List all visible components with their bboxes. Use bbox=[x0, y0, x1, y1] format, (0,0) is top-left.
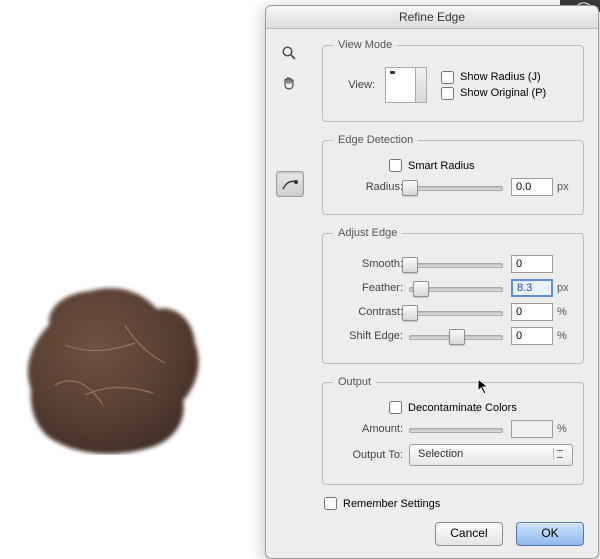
radius-field[interactable] bbox=[511, 178, 553, 196]
adjust-edge-group: Adjust Edge Smooth: Feather: bbox=[322, 227, 584, 364]
remember-settings-input[interactable] bbox=[324, 497, 337, 510]
view-mode-picker[interactable] bbox=[385, 67, 427, 103]
amount-slider bbox=[409, 422, 503, 436]
dialog-title[interactable]: Refine Edge bbox=[266, 6, 598, 29]
radius-slider[interactable] bbox=[409, 180, 503, 194]
feather-unit: px bbox=[557, 282, 573, 294]
contrast-field[interactable] bbox=[511, 303, 553, 321]
amount-unit: % bbox=[557, 423, 573, 435]
contrast-label: Contrast: bbox=[333, 306, 409, 318]
show-radius-checkbox[interactable]: Show Radius (J) bbox=[441, 71, 546, 84]
smooth-slider[interactable] bbox=[409, 257, 503, 271]
view-mode-group: View Mode View: Show Radius (J) Show Ori bbox=[322, 39, 584, 122]
amount-field bbox=[511, 420, 553, 438]
refine-edge-dialog: Refine Edge View Mode bbox=[265, 5, 599, 559]
smart-radius-label: Smart Radius bbox=[408, 160, 475, 172]
cancel-button[interactable]: Cancel bbox=[435, 522, 503, 546]
contrast-slider[interactable] bbox=[409, 305, 503, 319]
show-original-label: Show Original (P) bbox=[460, 87, 546, 99]
decontaminate-input[interactable] bbox=[389, 401, 402, 414]
output-legend: Output bbox=[333, 376, 376, 388]
decontaminate-label: Decontaminate Colors bbox=[408, 402, 517, 414]
show-original-checkbox[interactable]: Show Original (P) bbox=[441, 87, 546, 100]
show-radius-input[interactable] bbox=[441, 71, 454, 84]
output-to-value: Selection bbox=[418, 448, 463, 460]
output-to-select[interactable]: Selection bbox=[409, 444, 573, 466]
tool-column bbox=[276, 41, 304, 203]
feather-field[interactable] bbox=[511, 279, 553, 297]
remember-settings-label: Remember Settings bbox=[343, 498, 440, 510]
ok-button[interactable]: OK bbox=[516, 522, 584, 546]
hand-tool[interactable] bbox=[276, 71, 302, 95]
smart-radius-input[interactable] bbox=[389, 159, 402, 172]
radius-label: Radius: bbox=[333, 181, 409, 193]
refine-radius-tool[interactable] bbox=[276, 171, 304, 197]
canvas: Refine Edge View Mode bbox=[0, 0, 600, 559]
shift-edge-slider[interactable] bbox=[409, 329, 503, 343]
feather-label: Feather: bbox=[333, 282, 409, 294]
output-to-label: Output To: bbox=[333, 449, 409, 461]
smooth-label: Smooth: bbox=[333, 258, 409, 270]
edge-detection-legend: Edge Detection bbox=[333, 134, 418, 146]
output-group: Output Decontaminate Colors Amount: % bbox=[322, 376, 584, 485]
smooth-field[interactable] bbox=[511, 255, 553, 273]
shift-edge-label: Shift Edge: bbox=[333, 330, 409, 342]
radius-unit: px bbox=[557, 181, 573, 193]
feather-slider[interactable] bbox=[409, 281, 503, 295]
dialog-buttons: Cancel OK bbox=[425, 522, 584, 546]
smart-radius-checkbox[interactable]: Smart Radius bbox=[389, 159, 573, 172]
show-original-input[interactable] bbox=[441, 87, 454, 100]
show-radius-label: Show Radius (J) bbox=[460, 71, 541, 83]
view-mode-legend: View Mode bbox=[333, 39, 397, 51]
amount-label: Amount: bbox=[333, 423, 409, 435]
view-label: View: bbox=[333, 79, 381, 91]
edge-detection-group: Edge Detection Smart Radius Radius: px bbox=[322, 134, 584, 215]
zoom-tool[interactable] bbox=[276, 41, 302, 65]
adjust-edge-legend: Adjust Edge bbox=[333, 227, 402, 239]
remember-settings-checkbox[interactable]: Remember Settings bbox=[324, 497, 584, 510]
contrast-unit: % bbox=[557, 306, 573, 318]
decontaminate-checkbox[interactable]: Decontaminate Colors bbox=[389, 401, 573, 414]
shift-edge-unit: % bbox=[557, 330, 573, 342]
shift-edge-field[interactable] bbox=[511, 327, 553, 345]
selection-preview bbox=[25, 285, 205, 455]
